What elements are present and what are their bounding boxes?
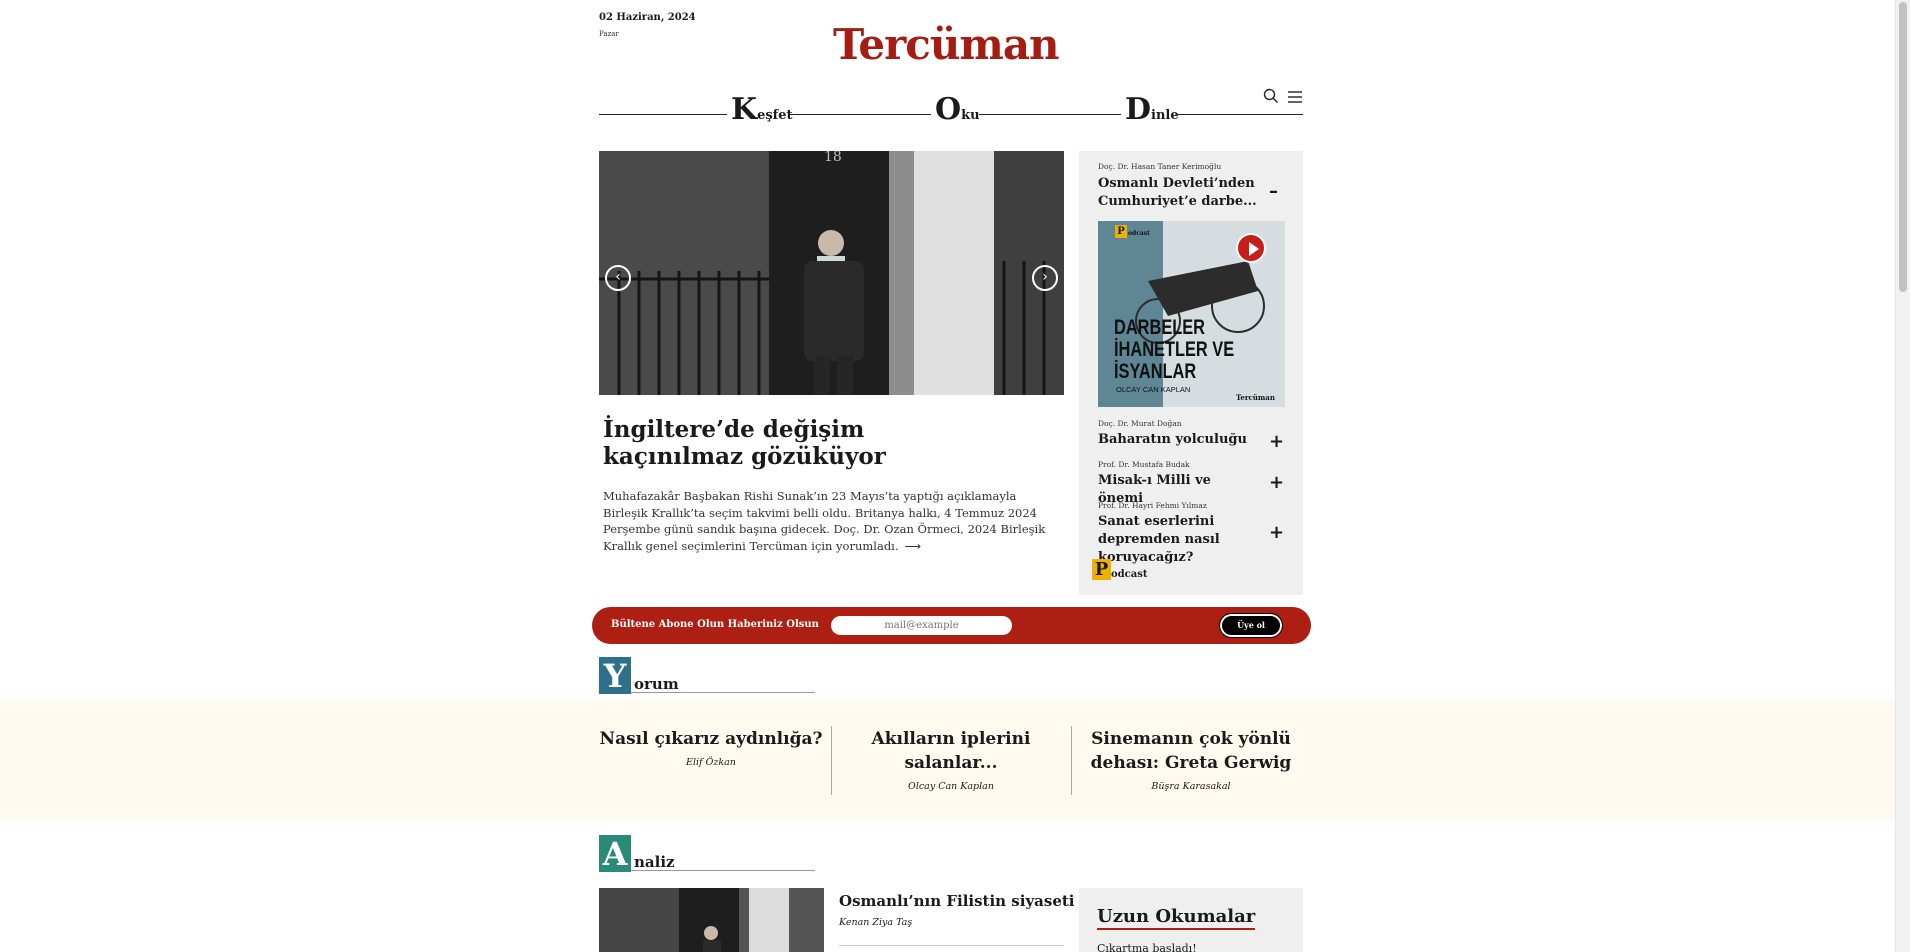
nav-item-cap: K xyxy=(731,92,758,127)
nav-item-dinle[interactable]: Dinle xyxy=(1125,92,1179,127)
newsletter-bar: Bültene Abone Olun Haberiniz Olsun Üye o… xyxy=(592,607,1311,644)
newsletter-email-input[interactable] xyxy=(831,616,1012,635)
header-day: Pazar xyxy=(599,30,619,38)
section-divider xyxy=(631,870,815,871)
long-reads-item[interactable]: Çıkartma başladı! xyxy=(1097,942,1197,952)
nav-item-label: ku xyxy=(961,108,980,123)
nav-item-label: eşfet xyxy=(757,108,793,123)
nav-divider xyxy=(979,114,1121,115)
section-title: naliz xyxy=(634,853,675,871)
cover-title: DARBELER İHANETLER VE İSYANLAR xyxy=(1114,317,1234,383)
expand-toggle-icon[interactable]: + xyxy=(1269,522,1284,543)
expand-toggle-icon[interactable]: + xyxy=(1269,472,1284,493)
section-cap: A xyxy=(599,835,631,873)
podcast-author: Prof. Dr. Mustafa Budak xyxy=(1098,460,1190,469)
long-reads-panel: Uzun Okumalar Çıkartma başladı! xyxy=(1079,888,1303,952)
hero-photo: 18 xyxy=(599,151,1064,395)
podcast-title[interactable]: Baharatın yolculuğu xyxy=(1098,431,1258,449)
cover-badge: P xyxy=(1115,225,1127,238)
play-icon[interactable] xyxy=(1236,233,1266,263)
cover-badge-text: odcast xyxy=(1128,230,1150,237)
opinion-article[interactable]: Nasıl çıkarız aydınlığa? Elif Özkan xyxy=(594,727,828,768)
expand-toggle-icon[interactable]: + xyxy=(1269,431,1284,452)
podcast-panel: Doç. Dr. Hasan Taner Kerimoğlu Osmanlı D… xyxy=(1079,151,1303,595)
column-divider xyxy=(831,726,832,795)
podcast-title[interactable]: Osmanlı Devleti’nden Cumhuriyet’e darbe.… xyxy=(1098,175,1258,211)
opinion-title[interactable]: Sinemanın çok yönlü dehası: Greta Gerwig xyxy=(1074,727,1308,775)
section-divider xyxy=(631,692,815,693)
section-heading-analiz[interactable]: A naliz xyxy=(599,835,815,873)
analysis-image[interactable] xyxy=(599,888,824,952)
long-reads-heading[interactable]: Uzun Okumalar xyxy=(1097,906,1256,930)
read-more-arrow-icon[interactable]: ⟶ xyxy=(905,539,922,553)
cover-title-line: DARBELER xyxy=(1114,316,1206,339)
nav-item-kesfet[interactable]: Keşfet xyxy=(731,92,793,127)
podcast-cover[interactable]: P odcast DARBELER İHANETLER VE İSYANLAR … xyxy=(1098,221,1285,407)
hero-summary: Muhafazakâr Başbakan Rishi Sunak’ın 23 M… xyxy=(603,488,1053,554)
nav-divider xyxy=(599,114,727,115)
newsletter-label: Bültene Abone Olun Haberiniz Olsun xyxy=(611,619,819,630)
nav-item-oku[interactable]: Oku xyxy=(935,92,980,127)
opinion-article[interactable]: Sinemanın çok yönlü dehası: Greta Gerwig… xyxy=(1074,727,1308,792)
page-scrollbar[interactable] xyxy=(1895,0,1910,952)
opinion-title[interactable]: Akılların iplerini salanlar... xyxy=(834,727,1068,775)
cover-title-line: İHANETLER VE xyxy=(1114,338,1235,361)
opinion-author: Olcay Can Kaplan xyxy=(908,781,994,792)
analysis-photo xyxy=(599,888,824,952)
section-title: orum xyxy=(634,675,679,693)
scrollbar-thumb[interactable] xyxy=(1899,2,1907,292)
podcast-author: Doç. Dr. Hasan Taner Kerimoğlu xyxy=(1098,162,1222,171)
opinion-article[interactable]: Akılların iplerini salanlar... Olcay Can… xyxy=(834,727,1068,792)
section-heading-yorum[interactable]: Y orum xyxy=(599,657,815,695)
header-date: 02 Haziran, 2024 xyxy=(599,12,696,23)
analysis-title[interactable]: Osmanlı’nın Filistin siyaseti xyxy=(839,892,1075,910)
slider-next-button[interactable]: › xyxy=(1032,265,1058,291)
subscribe-button[interactable]: Üye ol xyxy=(1219,613,1283,638)
podcast-logo-cap: P xyxy=(1092,559,1111,580)
column-divider xyxy=(1071,726,1072,795)
hero-title[interactable]: İngiltere’de değişim kaçınılmaz gözüküyo… xyxy=(603,416,1003,470)
main-nav: Keşfet Oku Dinle xyxy=(599,92,1303,128)
cover-brand: Tercüman xyxy=(1236,393,1275,402)
slider-prev-button[interactable]: ‹ xyxy=(605,265,631,291)
section-cap: Y xyxy=(599,657,631,695)
cover-subtitle: OLCAY CAN KAPLAN xyxy=(1116,385,1191,394)
analysis-divider xyxy=(839,945,1064,946)
nav-item-cap: O xyxy=(935,92,962,127)
nav-divider xyxy=(1177,114,1303,115)
nav-item-label: inle xyxy=(1151,108,1179,123)
nav-item-cap: D xyxy=(1125,92,1152,127)
hero-summary-text: Muhafazakâr Başbakan Rishi Sunak’ın 23 M… xyxy=(603,489,1046,553)
opinion-author: Büşra Karasakal xyxy=(1151,781,1231,792)
analysis-author: Kenan Ziya Taş xyxy=(839,917,913,928)
nav-divider xyxy=(789,114,931,115)
opinion-title[interactable]: Nasıl çıkarız aydınlığa? xyxy=(594,727,828,751)
podcast-logo-text: odcast xyxy=(1111,569,1148,580)
opinion-author: Elif Özkan xyxy=(686,757,736,768)
podcast-author: Doç. Dr. Murat Doğan xyxy=(1098,419,1182,428)
cover-title-line: İSYANLAR xyxy=(1114,360,1197,383)
podcast-author: Prof. Dr. Hayri Fehmi Yılmaz xyxy=(1098,501,1207,510)
collapse-toggle-icon[interactable]: – xyxy=(1269,181,1278,202)
hero-image[interactable]: 18 ‹ › xyxy=(599,151,1064,395)
svg-text:18: 18 xyxy=(824,151,842,165)
site-logo[interactable]: Tercüman xyxy=(833,20,1060,69)
podcast-logo[interactable]: Podcast xyxy=(1092,559,1147,580)
